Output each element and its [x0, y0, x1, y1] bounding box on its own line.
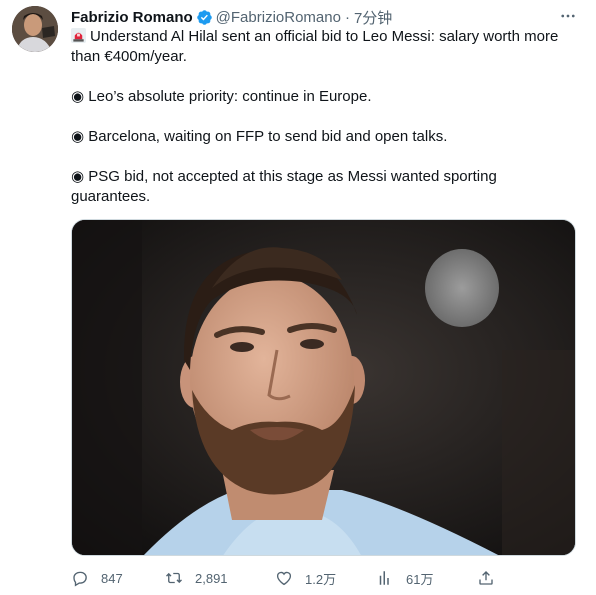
- tweet-line-3: ◉ Barcelona, waiting on FFP to send bid …: [71, 128, 448, 145]
- like-count: 1.2万: [305, 571, 337, 587]
- retweet-count: 2,891: [195, 570, 228, 586]
- tweet-photo[interactable]: [71, 219, 576, 556]
- views-count: 61万: [406, 571, 434, 587]
- reply-button[interactable]: 847: [71, 567, 123, 589]
- views-icon: [379, 571, 389, 585]
- like-icon: [276, 571, 292, 586]
- like-button[interactable]: 1.2万: [275, 567, 336, 589]
- share-button[interactable]: [477, 567, 507, 589]
- tweet-header: Fabrizio Romano @FabrizioRomano · 7分钟: [71, 7, 392, 27]
- tweet-line-1: Understand Al Hilal sent an official bid…: [71, 27, 576, 67]
- tweet-line-2: ◉ Leo’s absolute priority: continue in E…: [71, 88, 372, 105]
- tweet-line-4: ◉ PSG bid, not accepted at this stage as…: [71, 168, 497, 205]
- retweet-button[interactable]: 2,891: [165, 567, 228, 589]
- more-icon[interactable]: [555, 6, 581, 26]
- tweet-text: Understand Al Hilal sent an official bid…: [71, 27, 576, 207]
- meta-separator: ·: [344, 8, 350, 26]
- tweet-actions: 847 2,891 1.2万 61万: [71, 567, 511, 589]
- retweet-icon: [166, 572, 182, 584]
- author-name[interactable]: Fabrizio Romano: [71, 9, 193, 26]
- share-icon: [479, 571, 493, 585]
- tweet-card[interactable]: Fabrizio Romano @FabrizioRomano · 7分钟 Un…: [0, 0, 596, 595]
- tweet-timestamp[interactable]: 7分钟: [354, 7, 392, 28]
- verified-badge-icon: [196, 9, 213, 26]
- views-button[interactable]: 61万: [376, 567, 433, 589]
- tweet-line-1-text: Understand Al Hilal sent an official bid…: [71, 28, 559, 65]
- author-handle[interactable]: @FabrizioRomano: [216, 9, 341, 26]
- reply-count: 847: [101, 570, 123, 586]
- avatar[interactable]: [12, 6, 58, 52]
- siren-icon: [71, 28, 86, 43]
- reply-icon: [73, 571, 87, 587]
